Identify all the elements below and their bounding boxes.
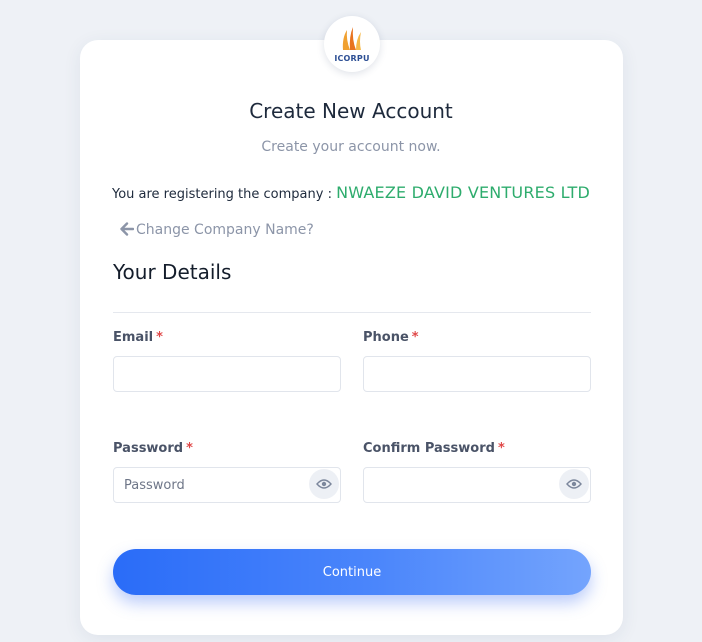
phone-input[interactable] bbox=[363, 356, 591, 392]
eye-icon bbox=[566, 479, 582, 489]
email-input[interactable] bbox=[113, 356, 341, 392]
logo-flame-icon bbox=[342, 27, 361, 50]
confirm-password-label-text: Confirm Password bbox=[363, 441, 495, 456]
phone-label: Phone * bbox=[363, 330, 419, 345]
eye-icon bbox=[316, 479, 332, 489]
phone-label-text: Phone bbox=[363, 330, 409, 345]
confirm-password-visibility-toggle[interactable] bbox=[559, 469, 589, 499]
confirm-password-input[interactable] bbox=[363, 467, 591, 503]
password-input[interactable] bbox=[113, 467, 341, 503]
page-title: Create New Account bbox=[249, 99, 453, 123]
confirm-password-label: Confirm Password * bbox=[363, 441, 505, 456]
company-name: NWAEZE DAVID VENTURES LTD bbox=[336, 183, 591, 202]
required-marker: * bbox=[186, 441, 193, 456]
change-company-link[interactable]: Change Company Name? bbox=[120, 222, 314, 238]
password-visibility-toggle[interactable] bbox=[309, 469, 339, 499]
company-logo: ICORPU bbox=[324, 16, 380, 72]
section-divider bbox=[113, 312, 591, 313]
password-label-text: Password bbox=[113, 441, 184, 456]
password-label: Password * bbox=[113, 441, 193, 456]
page-subtitle: Create your account now. bbox=[261, 139, 441, 155]
section-title: Your Details bbox=[113, 260, 232, 284]
continue-button[interactable]: Continue bbox=[113, 549, 591, 595]
company-info: You are registering the company : NWAEZE… bbox=[0, 183, 702, 202]
logo-text: ICORPU bbox=[334, 54, 370, 63]
company-prefix: You are registering the company : bbox=[111, 187, 337, 202]
change-company-label: Change Company Name? bbox=[136, 222, 314, 238]
email-label-text: Email bbox=[113, 330, 154, 345]
email-label: Email * bbox=[113, 330, 163, 345]
required-marker: * bbox=[156, 330, 163, 345]
required-marker: * bbox=[497, 441, 505, 456]
required-marker: * bbox=[411, 330, 419, 345]
arrow-left-icon bbox=[120, 222, 135, 236]
